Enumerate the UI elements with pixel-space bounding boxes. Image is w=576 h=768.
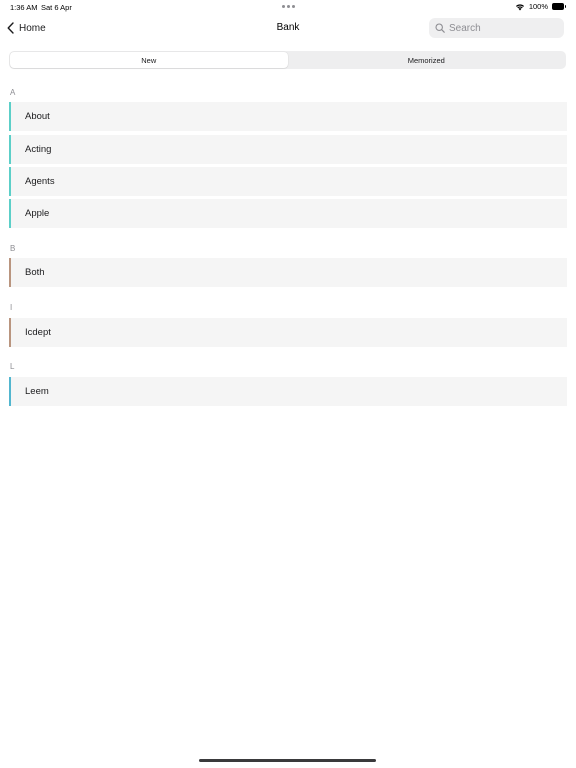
segmented-control: New Memorized: [9, 51, 566, 69]
section-header-l: L: [10, 362, 15, 371]
segment-new[interactable]: New: [10, 52, 288, 68]
list-item-label: Acting: [25, 144, 52, 155]
section-header-i: I: [10, 303, 13, 312]
wifi-icon: [515, 3, 524, 10]
list-item-leem[interactable]: Leem: [9, 377, 567, 406]
section-header-b: B: [10, 244, 16, 253]
search-bar[interactable]: [429, 18, 564, 38]
status-bar: 1:36 AM Sat 6 Apr 100%: [0, 0, 576, 14]
list-item-about[interactable]: About: [9, 102, 567, 131]
list-item-label: Both: [25, 267, 45, 278]
home-indicator[interactable]: [199, 759, 376, 762]
list-item-label: Apple: [25, 208, 50, 219]
list-item-agents[interactable]: Agents: [9, 167, 567, 196]
list-item-label: About: [25, 111, 50, 122]
list-item-acting[interactable]: Acting: [9, 135, 567, 164]
section-header-a: A: [10, 88, 16, 97]
status-indicators: 100%: [515, 2, 566, 11]
status-date: Sat 6 Apr: [41, 3, 72, 12]
list-item-label: Icdept: [25, 327, 51, 338]
list-item-both[interactable]: Both: [9, 258, 567, 287]
segment-memorized[interactable]: Memorized: [288, 52, 566, 68]
list-item-icdept[interactable]: Icdept: [9, 318, 567, 347]
battery-icon: [552, 3, 566, 10]
search-input[interactable]: [449, 22, 559, 34]
multitasking-dots-icon[interactable]: [282, 5, 295, 8]
list-item-label: Leem: [25, 386, 49, 397]
status-time: 1:36 AM: [10, 3, 38, 12]
battery-percentage: 100%: [528, 2, 548, 11]
list-item-apple[interactable]: Apple: [9, 199, 567, 228]
list-item-label: Agents: [25, 176, 55, 187]
search-icon: [435, 23, 445, 33]
